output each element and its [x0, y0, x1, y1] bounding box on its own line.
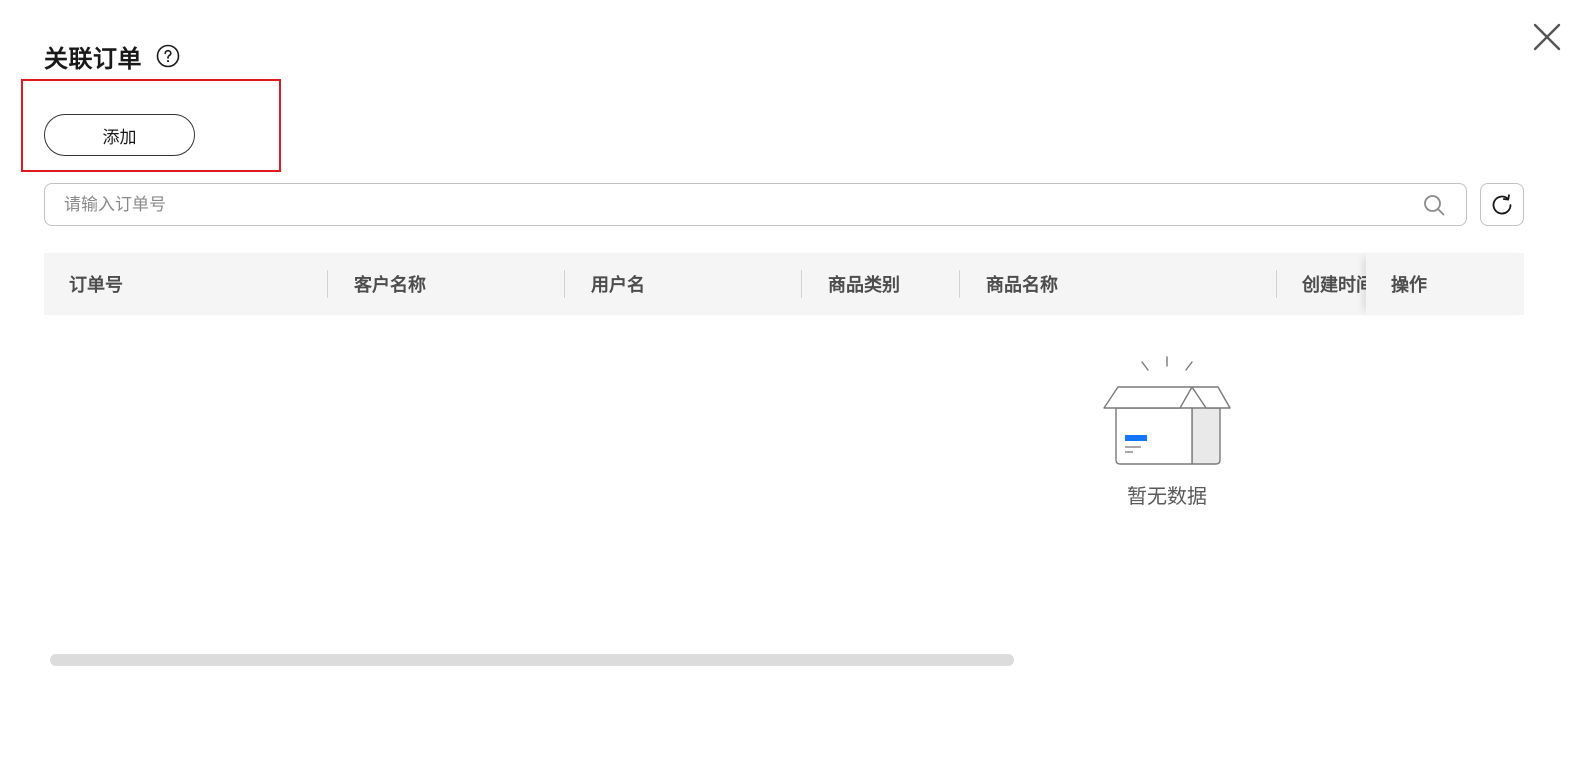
search-input[interactable]: [45, 183, 1422, 226]
column-divider[interactable]: [1276, 270, 1277, 298]
column-header-customer-name[interactable]: 客户名称: [354, 253, 426, 315]
table-header: 订单号 客户名称 用户名 商品类别 商品名称 创建时间 操作: [44, 253, 1524, 315]
column-header-order-no[interactable]: 订单号: [69, 253, 123, 315]
empty-state: 暂无数据: [1096, 352, 1238, 509]
column-divider[interactable]: [801, 270, 802, 298]
column-divider[interactable]: [959, 270, 960, 298]
dialog-title: 关联订单: [44, 44, 142, 73]
column-header-product-category[interactable]: 商品类别: [828, 253, 900, 315]
search-field: [44, 183, 1467, 226]
empty-state-text: 暂无数据: [1127, 484, 1207, 508]
column-divider[interactable]: [327, 270, 328, 298]
column-divider[interactable]: [564, 270, 565, 298]
horizontal-scrollbar[interactable]: [50, 654, 1014, 666]
question-circle-icon[interactable]: [156, 44, 180, 68]
column-header-username[interactable]: 用户名: [591, 253, 645, 315]
empty-box-icon: [1102, 352, 1232, 470]
column-header-product-name[interactable]: 商品名称: [986, 253, 1058, 315]
refresh-button[interactable]: [1480, 183, 1524, 226]
refresh-icon: [1489, 192, 1515, 218]
search-icon[interactable]: [1422, 193, 1446, 217]
close-icon[interactable]: [1532, 22, 1562, 52]
column-header-created-time[interactable]: 创建时间: [1302, 253, 1366, 315]
related-orders-dialog: 关联订单 添加 请输入订单号 订单号 客户名称 用户名 商品类别 商品名称 创建…: [0, 0, 1586, 762]
dialog-header: 关联订单: [44, 38, 180, 74]
add-button[interactable]: 添加: [44, 114, 195, 156]
column-header-actions: 操作: [1366, 253, 1524, 315]
